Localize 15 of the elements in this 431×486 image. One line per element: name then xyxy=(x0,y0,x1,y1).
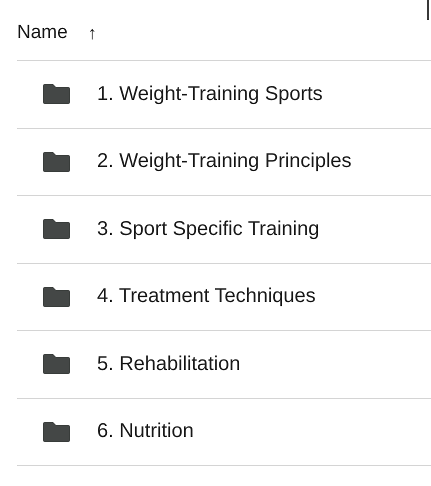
folder-name[interactable]: 3. Sport Specific Training xyxy=(97,218,320,241)
folder-name[interactable]: 5. Rehabilitation xyxy=(97,352,240,376)
folder-icon xyxy=(43,354,70,374)
folder-name[interactable]: 2. Weight-Training Principles xyxy=(97,150,352,174)
folder-icon xyxy=(43,219,70,240)
folder-name[interactable]: 4. Treatment Techniques xyxy=(97,285,316,308)
folder-icon xyxy=(43,286,70,307)
folder-icon xyxy=(43,152,70,172)
folder-name[interactable]: 6. Nutrition xyxy=(97,420,194,444)
folder-icon xyxy=(43,84,70,104)
sort-arrow[interactable]: ↑ xyxy=(88,22,97,44)
column-resize-handle[interactable] xyxy=(427,0,429,20)
folder-name[interactable]: 1. Weight-Training Sports xyxy=(97,82,323,106)
column-header[interactable]: Name xyxy=(17,22,68,44)
folder-icon xyxy=(43,422,70,442)
